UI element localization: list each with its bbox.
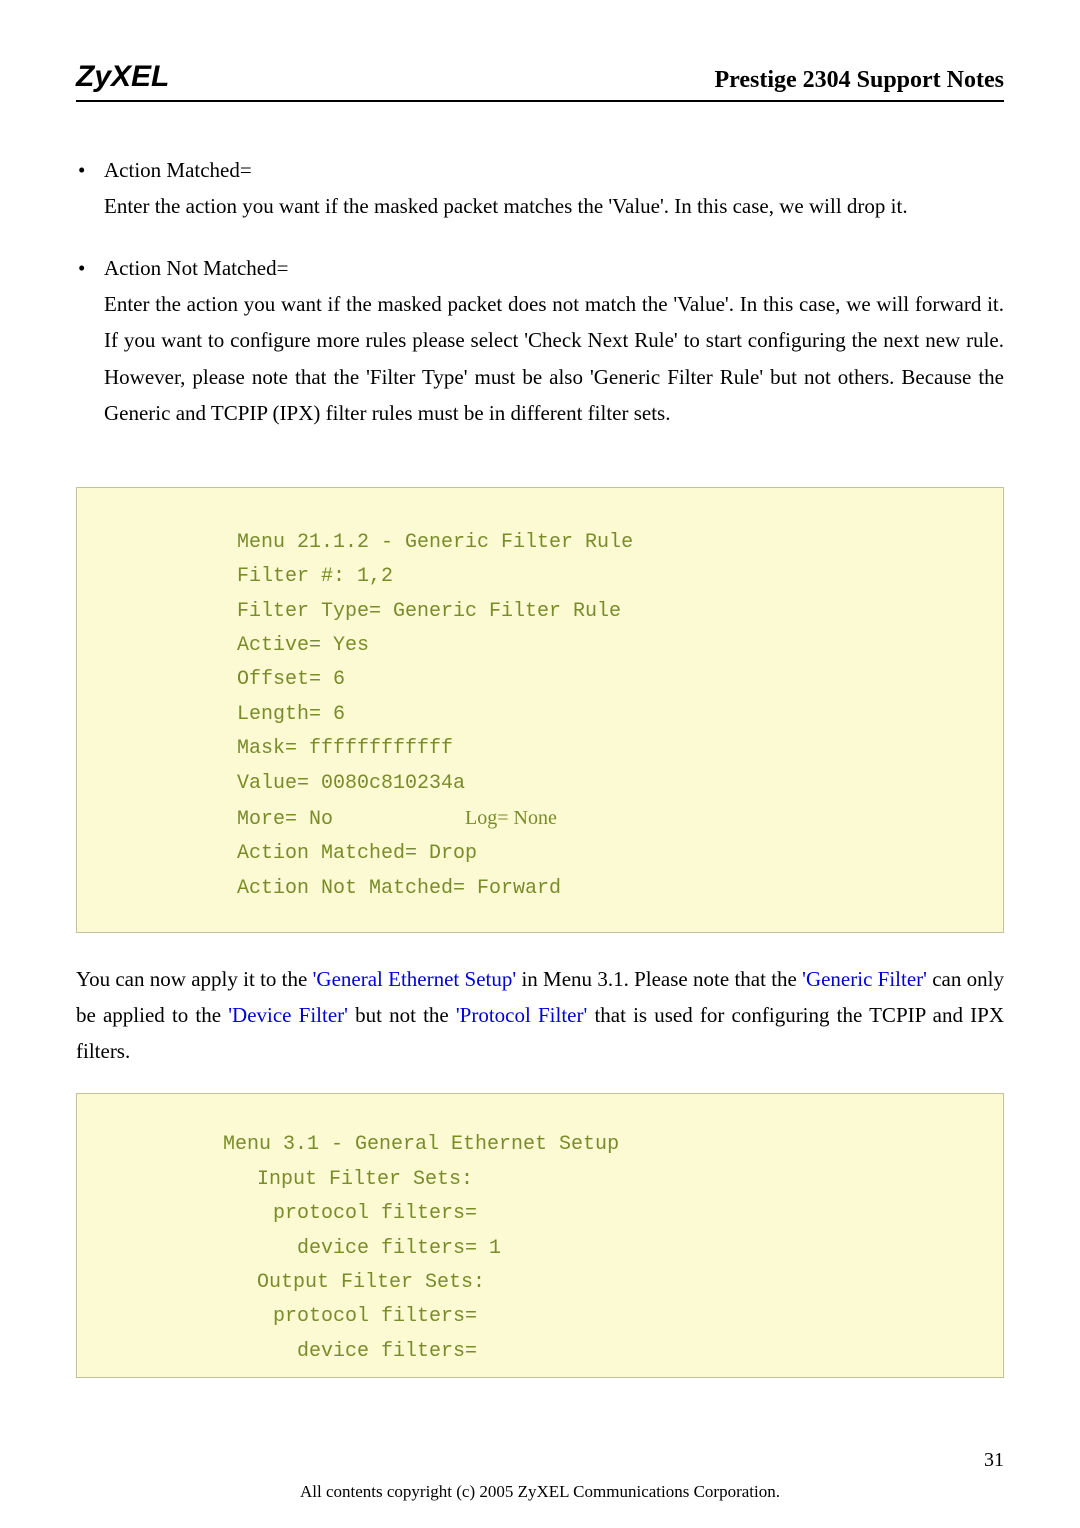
code-text-serif: Log= None — [465, 807, 557, 829]
body-paragraph: You can now apply it to the 'General Eth… — [76, 961, 1004, 1069]
list-item: Action Matched= Enter the action you wan… — [104, 152, 1004, 224]
list-item-title: Action Not Matched= — [104, 256, 288, 280]
code-text: More= No — [237, 808, 465, 831]
text: in Menu 3.1. Please note that the — [516, 967, 802, 991]
footer-copyright: All contents copyright (c) 2005 ZyXEL Co… — [0, 1482, 1080, 1502]
code-line: Filter #: 1,2 — [87, 560, 993, 594]
code-line: device filters= — [87, 1335, 993, 1369]
code-line: Active= Yes — [87, 629, 993, 663]
text: but not the — [348, 1003, 456, 1027]
code-line: Menu 3.1 - General Ethernet Setup — [87, 1128, 993, 1162]
code-line: More= No Log= None — [87, 801, 993, 837]
code-block-ethernet-setup: Menu 3.1 - General Ethernet Setup Input … — [76, 1093, 1004, 1378]
page-header: ZyXEL Prestige 2304 Support Notes — [76, 0, 1004, 102]
content-area: Action Matched= Enter the action you wan… — [0, 102, 1080, 1378]
code-line: Value= 0080c810234a — [87, 767, 993, 801]
link-general-ethernet-setup[interactable]: 'General Ethernet Setup' — [313, 967, 517, 991]
page-number: 31 — [984, 1449, 1004, 1472]
logo: ZyXEL — [76, 60, 169, 94]
code-line: Action Not Matched= Forward — [87, 872, 993, 906]
code-line: Input Filter Sets: — [87, 1163, 993, 1197]
code-line: Length= 6 — [87, 698, 993, 732]
code-line: Filter Type= Generic Filter Rule — [87, 595, 993, 629]
code-line: Mask= ffffffffffff — [87, 732, 993, 766]
link-protocol-filter[interactable]: 'Protocol Filter' — [456, 1003, 587, 1027]
bullet-list: Action Matched= Enter the action you wan… — [76, 152, 1004, 431]
code-line: device filters= 1 — [87, 1232, 993, 1266]
code-block-filter-rule: Menu 21.1.2 - Generic Filter Rule Filter… — [76, 487, 1004, 933]
list-item-body: Enter the action you want if the masked … — [104, 292, 1004, 424]
link-generic-filter[interactable]: 'Generic Filter' — [802, 967, 927, 991]
page-title: Prestige 2304 Support Notes — [714, 67, 1004, 94]
list-item: Action Not Matched= Enter the action you… — [104, 250, 1004, 431]
text: You can now apply it to the — [76, 967, 313, 991]
code-line: Offset= 6 — [87, 663, 993, 697]
code-line: Action Matched= Drop — [87, 837, 993, 871]
list-item-body: Enter the action you want if the masked … — [104, 194, 908, 218]
code-line: protocol filters= — [87, 1300, 993, 1334]
code-line: Output Filter Sets: — [87, 1266, 993, 1300]
code-line: Menu 21.1.2 - Generic Filter Rule — [87, 526, 993, 560]
list-item-title: Action Matched= — [104, 158, 252, 182]
code-line: protocol filters= — [87, 1197, 993, 1231]
link-device-filter[interactable]: 'Device Filter' — [228, 1003, 348, 1027]
